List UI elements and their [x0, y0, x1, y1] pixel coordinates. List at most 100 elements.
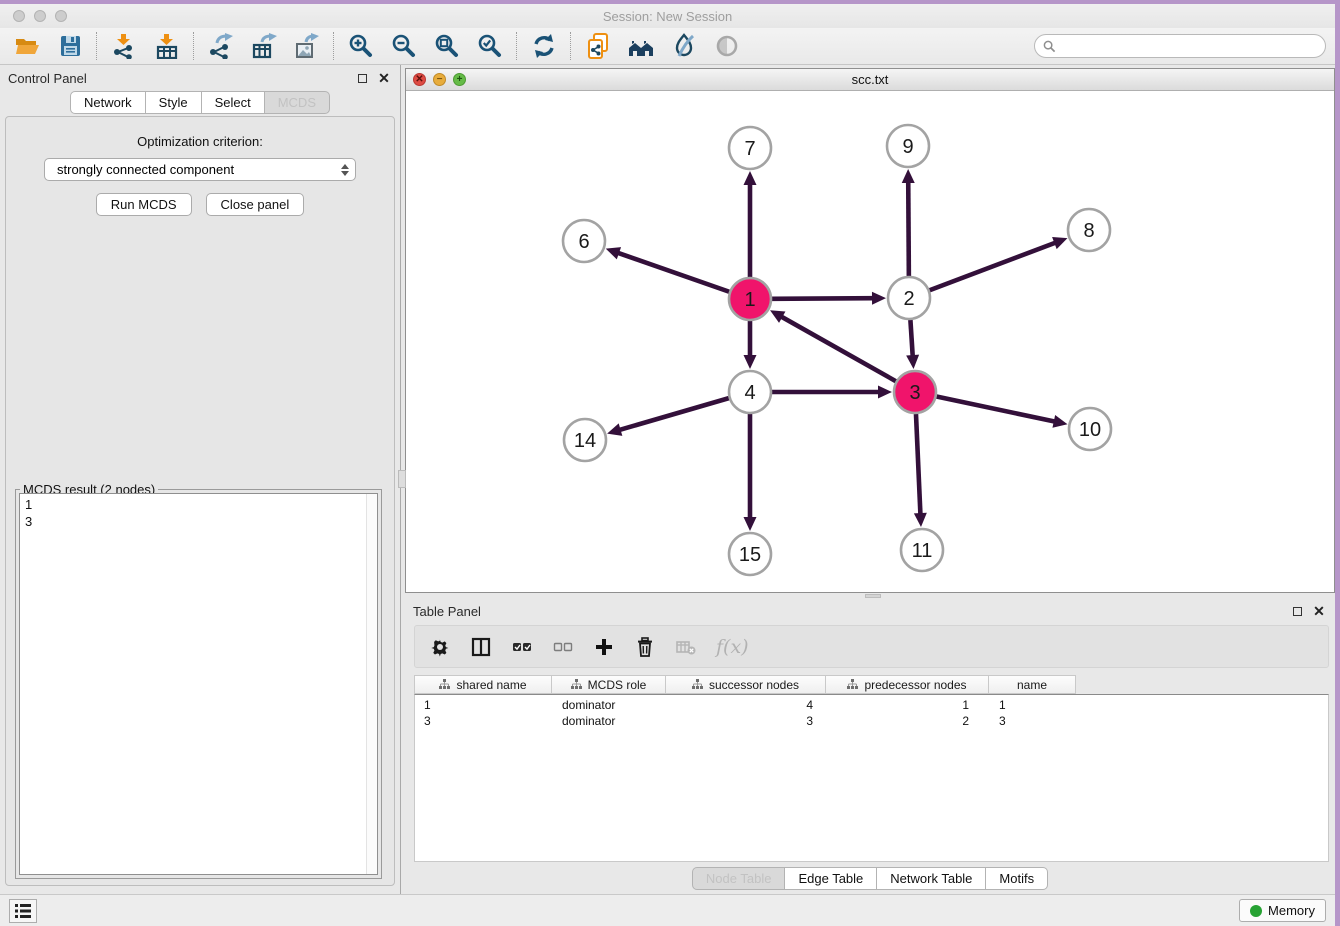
graph-edge-4-14[interactable]	[607, 398, 729, 436]
table-cell[interactable]: dominator	[553, 714, 667, 730]
unselect-all-icon[interactable]	[552, 636, 574, 658]
graph-node-7[interactable]: 7	[729, 127, 771, 169]
graph-edge-4-3[interactable]	[772, 386, 892, 399]
table-cell[interactable]: dominator	[553, 698, 667, 714]
table-row[interactable]: 1dominator411	[415, 698, 1328, 714]
table-cell[interactable]: 3	[990, 714, 1077, 730]
graph-edge-2-8[interactable]	[930, 237, 1068, 290]
table-cell[interactable]: 3	[415, 714, 553, 730]
zoom-selected-icon[interactable]	[476, 33, 503, 60]
task-history-button[interactable]	[9, 899, 37, 923]
graph-edge-2-9[interactable]	[902, 169, 915, 276]
tab-network-table[interactable]: Network Table	[877, 867, 986, 890]
export-table-icon[interactable]	[250, 33, 277, 60]
tab-motifs[interactable]: Motifs	[986, 867, 1048, 890]
table-cell[interactable]: 1	[827, 698, 990, 714]
table-cell[interactable]: 1	[990, 698, 1077, 714]
attribute-tree-icon	[439, 679, 450, 690]
export-network-icon[interactable]	[207, 33, 234, 60]
graph-edge-3-10[interactable]	[937, 397, 1068, 428]
close-panel-button[interactable]: Close panel	[206, 193, 305, 216]
apply-layout-icon[interactable]	[530, 33, 557, 60]
run-mcds-button[interactable]: Run MCDS	[96, 193, 192, 216]
column-header-predecessor-nodes[interactable]: predecessor nodes	[826, 675, 989, 694]
graph-edge-1-2[interactable]	[772, 292, 886, 305]
search-field[interactable]	[1034, 34, 1326, 58]
zoom-in-icon[interactable]	[347, 33, 374, 60]
create-column-plus-icon[interactable]	[593, 636, 615, 658]
network-canvas[interactable]: 1 2 3 4 6 7 8 9 10 11 14 15	[406, 91, 1334, 592]
tab-style[interactable]: Style	[146, 91, 202, 114]
mcds-result-text[interactable]: 13	[19, 493, 378, 875]
select-all-icon[interactable]	[511, 636, 533, 658]
network-graph: 1 2 3 4 6 7 8 9 10 11 14 15	[406, 91, 1334, 592]
column-header-MCDS-role[interactable]: MCDS role	[552, 675, 666, 694]
table-cell[interactable]: 2	[827, 714, 990, 730]
result-scrollbar[interactable]	[366, 494, 377, 874]
tab-edge-table[interactable]: Edge Table	[785, 867, 877, 890]
edge-arrowhead	[1052, 415, 1067, 428]
open-session-icon[interactable]	[13, 33, 40, 60]
graph-node-11[interactable]: 11	[901, 529, 943, 571]
node-table: shared nameMCDS rolesuccessor nodesprede…	[414, 675, 1329, 862]
hide-panel-eye-icon[interactable]	[713, 33, 740, 60]
close-table-panel-icon[interactable]: ✕	[1311, 603, 1327, 619]
float-table-panel-icon[interactable]	[1289, 603, 1305, 619]
show-columns-icon[interactable]	[470, 636, 492, 658]
graph-edge-2-3[interactable]	[906, 320, 919, 369]
table-row[interactable]: 3dominator323	[415, 714, 1328, 730]
tab-node-table[interactable]: Node Table	[692, 867, 786, 890]
import-network-icon[interactable]	[110, 33, 137, 60]
delete-column-trash-icon[interactable]	[634, 636, 656, 658]
graph-node-6[interactable]: 6	[563, 220, 605, 262]
graph-edge-1-6[interactable]	[606, 247, 730, 292]
save-session-icon[interactable]	[56, 33, 83, 60]
edge-arrowhead	[902, 169, 915, 183]
column-header-successor-nodes[interactable]: successor nodes	[666, 675, 826, 694]
tab-mcds[interactable]: MCDS	[265, 91, 330, 114]
export-image-icon[interactable]	[293, 33, 320, 60]
zoom-fit-icon[interactable]	[433, 33, 460, 60]
table-cell[interactable]: 1	[415, 698, 553, 714]
column-header-shared-name[interactable]: shared name	[414, 675, 552, 694]
memory-button[interactable]: Memory	[1239, 899, 1326, 922]
optimization-select[interactable]: strongly connected component	[44, 158, 356, 181]
graph-node-15[interactable]: 15	[729, 533, 771, 575]
graph-edge-1-7[interactable]	[744, 171, 757, 277]
graph-node-10[interactable]: 10	[1069, 408, 1111, 450]
graph-edge-4-15[interactable]	[744, 414, 757, 531]
graph-edge-3-11[interactable]	[914, 414, 927, 527]
node-label: 4	[744, 382, 755, 404]
float-panel-icon[interactable]	[354, 70, 370, 86]
graph-node-2[interactable]: 2	[888, 277, 930, 319]
horizontal-divider[interactable]	[405, 593, 1335, 598]
graph-node-1[interactable]: 1	[729, 278, 771, 320]
table-options-gear-icon[interactable]	[429, 636, 451, 658]
search-input[interactable]	[1056, 36, 1325, 56]
column-header-name[interactable]: name	[989, 675, 1076, 694]
status-bar: Memory	[0, 894, 1335, 926]
show-style-icon[interactable]	[670, 33, 697, 60]
table-body[interactable]: 1dominator4113dominator323	[414, 694, 1329, 862]
tab-select[interactable]: Select	[202, 91, 265, 114]
first-neighbors-icon[interactable]	[627, 33, 654, 60]
tab-network[interactable]: Network	[70, 91, 146, 114]
graph-node-8[interactable]: 8	[1068, 209, 1110, 251]
memory-label: Memory	[1268, 903, 1315, 918]
import-table-icon[interactable]	[153, 33, 180, 60]
divider-grip[interactable]	[398, 470, 406, 488]
table-cell[interactable]: 4	[667, 698, 827, 714]
graph-node-14[interactable]: 14	[564, 419, 606, 461]
divider-grip[interactable]	[865, 594, 881, 598]
graph-node-3[interactable]: 3	[894, 371, 936, 413]
graph-edge-3-1[interactable]	[770, 310, 896, 381]
duplicate-network-icon[interactable]	[584, 33, 611, 60]
zoom-out-icon[interactable]	[390, 33, 417, 60]
table-cell[interactable]: 3	[667, 714, 827, 730]
graph-edge-1-4[interactable]	[744, 321, 757, 369]
search-icon	[1043, 40, 1056, 53]
panel-divider[interactable]	[400, 65, 405, 894]
graph-node-9[interactable]: 9	[887, 125, 929, 167]
graph-node-4[interactable]: 4	[729, 371, 771, 413]
close-panel-icon[interactable]: ✕	[376, 70, 392, 86]
